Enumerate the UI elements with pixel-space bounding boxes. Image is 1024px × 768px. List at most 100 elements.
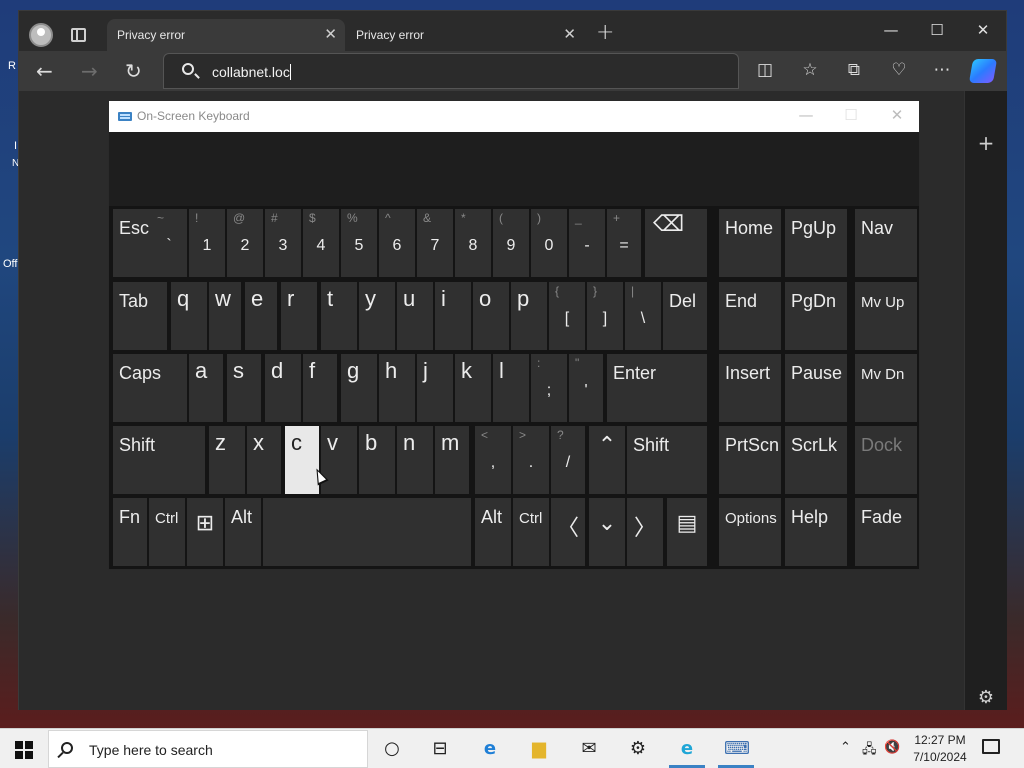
collections-icon[interactable]: ⧉ — [842, 60, 866, 80]
key-n[interactable]: n — [397, 426, 433, 494]
volume-muted-icon[interactable]: 🔇 — [884, 740, 900, 755]
refresh-icon[interactable]: ↻ — [125, 59, 142, 83]
key-arrow-down[interactable]: ⌄ — [589, 498, 625, 566]
key-symbol[interactable]: ~ ` — [151, 209, 187, 277]
key-1[interactable]: ! 1 — [189, 209, 225, 277]
key-pause[interactable]: Pause — [785, 354, 847, 422]
close-window-button[interactable]: ✕ — [963, 21, 1003, 39]
key-home[interactable]: Home — [719, 209, 781, 277]
key-t[interactable]: t — [321, 282, 357, 350]
sidebar-settings-icon[interactable]: ⚙ — [975, 687, 997, 708]
key-j[interactable]: j — [417, 354, 453, 422]
task-view-icon[interactable]: ○ — [380, 737, 404, 761]
key-w[interactable]: w — [209, 282, 241, 350]
address-bar[interactable]: collabnet.loc — [163, 53, 739, 89]
key-shift[interactable]: Shift — [113, 426, 205, 494]
key-nav[interactable]: Nav — [855, 209, 917, 277]
key-2[interactable]: @2 — [227, 209, 263, 277]
on-screen-keyboard-taskbar-icon[interactable]: ⌨ — [724, 737, 750, 761]
key-ctrl[interactable]: Ctrl — [513, 498, 549, 566]
key-mv-up[interactable]: Mv Up — [855, 282, 917, 350]
key-alt[interactable]: Alt — [225, 498, 261, 566]
key-l[interactable]: l — [493, 354, 529, 422]
key-backspace[interactable]: ⌫ — [645, 209, 707, 277]
key-pgdn[interactable]: PgDn — [785, 282, 847, 350]
show-hidden-icons-chevron-icon[interactable]: ⌃ — [840, 740, 851, 755]
key-fade[interactable]: Fade — [855, 498, 917, 566]
new-tab-button[interactable]: + — [596, 20, 614, 45]
key-tab[interactable]: Tab — [113, 282, 167, 350]
windows-start-icon[interactable] — [15, 741, 33, 759]
key-space[interactable] — [263, 498, 471, 566]
key-m[interactable]: m — [435, 426, 469, 494]
notification-center-icon[interactable] — [982, 739, 1000, 754]
key-0[interactable]: ) 0 — [531, 209, 567, 277]
key-7[interactable]: & 7 — [417, 209, 453, 277]
file-explorer-icon[interactable]: ▆ — [527, 737, 551, 761]
key-h[interactable]: h — [379, 354, 415, 422]
key-s[interactable]: s — [227, 354, 261, 422]
forward-arrow-icon[interactable]: → — [81, 59, 98, 83]
key-k[interactable]: k — [455, 354, 491, 422]
tab-actions-icon[interactable] — [71, 28, 86, 42]
browser-essentials-icon[interactable]: ♡ — [887, 60, 911, 80]
key-c[interactable]: c — [285, 426, 319, 494]
key-4[interactable]: $4 — [303, 209, 339, 277]
key-z[interactable]: z — [209, 426, 245, 494]
key-insert[interactable]: Insert — [719, 354, 781, 422]
mail-icon[interactable]: ✉ — [577, 737, 601, 761]
copilot-icon[interactable] — [968, 59, 998, 83]
address-input[interactable]: collabnet.loc — [212, 64, 291, 80]
key-symbol[interactable]: {[ — [549, 282, 585, 350]
key-shift[interactable]: Shift — [627, 426, 707, 494]
taskbar-search-box[interactable]: Type here to search — [48, 730, 368, 768]
split-screen-icon[interactable]: ◫ — [753, 60, 777, 80]
key-prtscn[interactable]: PrtScn — [719, 426, 781, 494]
key-6[interactable]: ^ 6 — [379, 209, 415, 277]
key-8[interactable]: * 8 — [455, 209, 491, 277]
key-o[interactable]: o — [473, 282, 509, 350]
osk-minimize-button[interactable]: — — [791, 106, 821, 124]
key-y[interactable]: y — [359, 282, 395, 350]
osk-maximize-button[interactable]: ☐ — [836, 106, 866, 124]
key-3[interactable]: #3 — [265, 209, 301, 277]
key-f[interactable]: f — [303, 354, 337, 422]
key-esc[interactable]: Esc — [113, 209, 151, 277]
minimize-button[interactable]: — — [871, 21, 911, 39]
key-5[interactable]: % 5 — [341, 209, 377, 277]
key-d[interactable]: d — [265, 354, 301, 422]
key-del[interactable]: Del — [663, 282, 707, 350]
key-p[interactable]: p — [511, 282, 547, 350]
close-tab-icon[interactable]: ✕ — [563, 25, 576, 43]
key-options[interactable]: Options — [719, 498, 781, 566]
key-i[interactable]: i — [435, 282, 471, 350]
key-arrow-left[interactable]: 〈 — [551, 498, 585, 566]
key-b[interactable]: b — [359, 426, 395, 494]
network-icon[interactable]: 🖧 — [862, 740, 877, 762]
maximize-button[interactable]: ☐ — [917, 21, 957, 39]
tab-privacy-error-2[interactable]: Privacy error ✕ — [346, 19, 584, 51]
key-symbol[interactable]: ? / — [551, 426, 585, 494]
key-a[interactable]: a — [189, 354, 223, 422]
key-ctrl[interactable]: Ctrl — [149, 498, 185, 566]
key-v[interactable]: v — [321, 426, 357, 494]
key-9[interactable]: (9 — [493, 209, 529, 277]
key-scrlk[interactable]: ScrLk — [785, 426, 847, 494]
key-symbol[interactable]: + = — [607, 209, 641, 277]
key-backslash[interactable]: | \ — [625, 282, 661, 350]
key-arrow-right[interactable]: 〉 — [627, 498, 663, 566]
key-fn[interactable]: Fn — [113, 498, 147, 566]
key-symbol[interactable]: <, — [475, 426, 511, 494]
tab-privacy-error-1[interactable]: Privacy error ✕ — [107, 19, 345, 51]
key-mv-dn[interactable]: Mv Dn — [855, 354, 917, 422]
key-symbol[interactable]: }] — [587, 282, 623, 350]
key-e[interactable]: e — [245, 282, 277, 350]
key-help[interactable]: Help — [785, 498, 847, 566]
add-sidebar-app-icon[interactable]: + — [975, 131, 997, 155]
key-x[interactable]: x — [247, 426, 281, 494]
key-caps[interactable]: Caps — [113, 354, 187, 422]
back-arrow-icon[interactable]: ← — [36, 59, 53, 83]
key-symbol[interactable]: >. — [513, 426, 549, 494]
key-alt[interactable]: Alt — [475, 498, 511, 566]
key-arrow-up[interactable]: ⌃ — [589, 426, 625, 494]
